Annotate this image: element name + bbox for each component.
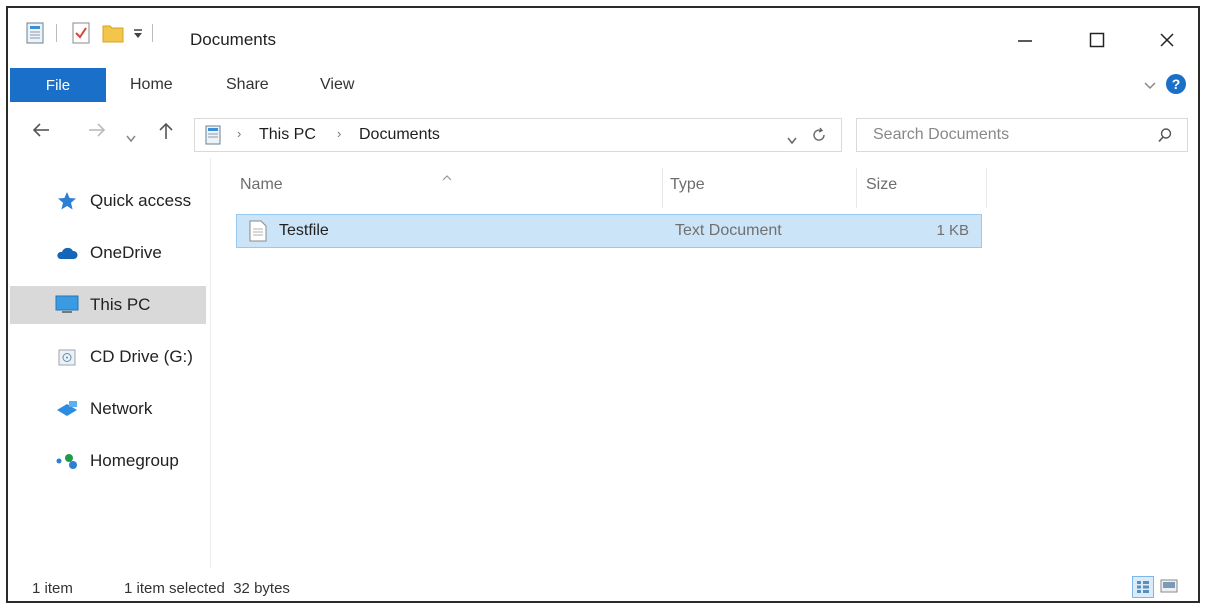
- tab-file[interactable]: File: [10, 68, 106, 102]
- expand-ribbon-icon[interactable]: [1144, 78, 1156, 96]
- navigation-bar: › This PC › Documents Search Documents: [8, 110, 1198, 154]
- properties-icon[interactable]: [26, 22, 44, 44]
- tab-home[interactable]: Home: [130, 76, 173, 94]
- breadcrumb-documents[interactable]: Documents: [359, 126, 440, 144]
- recent-locations-icon[interactable]: [126, 127, 136, 148]
- selection-info: 1 item selected 32 bytes: [124, 580, 290, 597]
- forward-icon[interactable]: [88, 122, 106, 143]
- text-file-icon: [249, 220, 267, 247]
- column-header-name[interactable]: Name: [240, 176, 283, 194]
- address-bar[interactable]: › This PC › Documents: [194, 118, 842, 152]
- breadcrumb-chevron-icon[interactable]: ›: [337, 126, 341, 141]
- tab-share[interactable]: Share: [226, 76, 269, 94]
- nav-item-label: OneDrive: [90, 243, 162, 262]
- details-view-button[interactable]: [1132, 576, 1154, 598]
- column-header-size[interactable]: Size: [866, 176, 897, 194]
- status-bar: 1 item 1 item selected 32 bytes: [8, 572, 1198, 601]
- column-divider[interactable]: [662, 168, 663, 208]
- column-divider[interactable]: [986, 168, 987, 208]
- minimize-icon: [1018, 40, 1032, 42]
- back-icon[interactable]: [32, 122, 50, 143]
- homegroup-icon: [52, 452, 82, 470]
- network-icon: [52, 400, 82, 418]
- file-size: 1 KB: [936, 222, 969, 239]
- new-folder-icon[interactable]: [102, 22, 124, 44]
- breadcrumb-chevron-icon[interactable]: ›: [237, 126, 241, 141]
- up-icon[interactable]: [158, 122, 174, 145]
- checkmark-doc-icon[interactable]: [72, 22, 90, 44]
- details-view-icon: [1137, 581, 1149, 593]
- column-header-type[interactable]: Type: [670, 176, 705, 194]
- file-row[interactable]: Testfile Text Document 1 KB: [236, 214, 982, 248]
- cd-drive-icon: [52, 347, 82, 367]
- refresh-icon[interactable]: [811, 127, 827, 148]
- title-divider: [152, 24, 153, 42]
- search-input[interactable]: Search Documents: [873, 126, 1009, 144]
- qa-divider: [56, 24, 57, 42]
- nav-item-label: Homegroup: [90, 451, 179, 470]
- nav-item-onedrive[interactable]: OneDrive: [10, 234, 206, 272]
- computer-icon: [52, 295, 82, 315]
- ribbon: File Home Share View ?: [8, 64, 1198, 106]
- explorer-window: Documents File Home Share View ? › This …: [6, 6, 1200, 603]
- nav-item-cd-drive[interactable]: CD Drive (G:): [10, 338, 206, 376]
- sort-indicator-icon: [442, 168, 452, 186]
- window-title: Documents: [190, 30, 276, 49]
- column-divider[interactable]: [856, 168, 857, 208]
- nav-item-label: Network: [90, 399, 153, 418]
- search-icon[interactable]: [1157, 127, 1173, 148]
- close-icon: [1160, 33, 1174, 47]
- star-icon: [52, 191, 82, 211]
- item-count: 1 item: [32, 580, 73, 597]
- cloud-icon: [52, 245, 82, 261]
- breadcrumb-this-pc[interactable]: This PC: [259, 126, 316, 144]
- nav-item-this-pc[interactable]: This PC: [10, 286, 206, 324]
- maximize-icon: [1089, 32, 1105, 48]
- file-type: Text Document: [675, 222, 782, 239]
- title-bar: Documents: [8, 8, 1198, 64]
- nav-item-quick-access[interactable]: Quick access: [10, 182, 206, 220]
- help-icon[interactable]: ?: [1166, 74, 1186, 94]
- close-button[interactable]: [1138, 18, 1196, 62]
- nav-item-label: This PC: [90, 295, 151, 314]
- file-name: Testfile: [279, 222, 329, 239]
- nav-item-label: CD Drive (G:): [90, 347, 193, 366]
- large-icons-view-button[interactable]: [1160, 578, 1178, 598]
- tab-view[interactable]: View: [320, 76, 354, 94]
- address-dropdown-icon[interactable]: [787, 132, 797, 150]
- navigation-pane: Quick access OneDrive This PC CD Drive (…: [8, 158, 211, 568]
- search-box[interactable]: Search Documents: [856, 118, 1188, 152]
- large-icons-view-icon: [1160, 579, 1178, 593]
- nav-item-homegroup[interactable]: Homegroup: [10, 442, 206, 480]
- minimize-button[interactable]: [996, 18, 1054, 62]
- customize-qa-icon[interactable]: [132, 28, 144, 40]
- maximize-button[interactable]: [1068, 18, 1126, 62]
- documents-folder-icon: [205, 125, 221, 150]
- nav-item-label: Quick access: [90, 191, 192, 210]
- nav-item-network[interactable]: Network: [10, 390, 206, 428]
